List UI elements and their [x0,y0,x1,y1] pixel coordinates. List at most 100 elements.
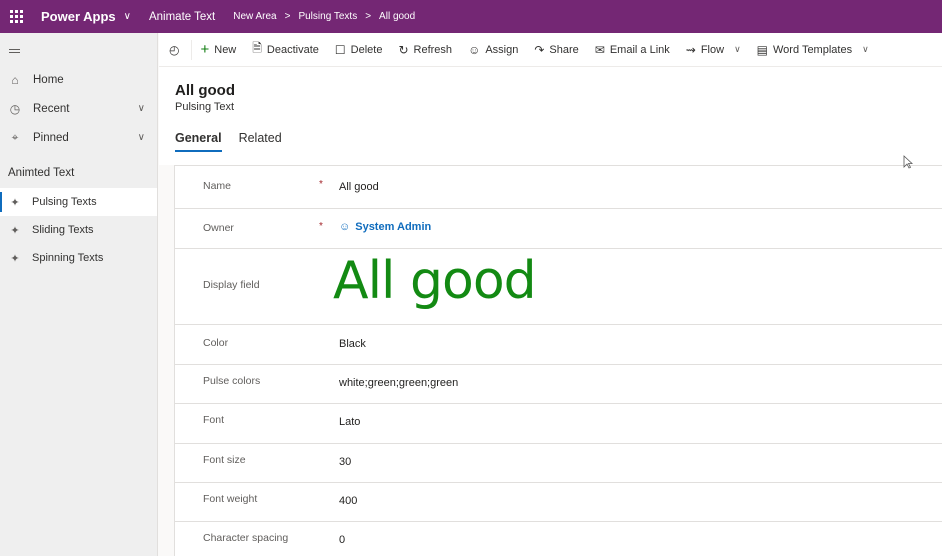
pin-icon: ⌖ [11,130,19,144]
document-icon: 🗎 [252,41,262,55]
delete-button[interactable]: ☐ Delete [327,33,391,67]
trash-icon: ☐ [334,42,346,57]
word-templates-label: Word Templates [773,43,853,56]
flow-icon: ⇝ [685,42,696,57]
pulse-colors-field[interactable]: white;green;green;green [339,377,458,389]
chevron-down-icon[interactable]: ∨ [124,11,131,22]
word-template-icon: ▤ [756,42,768,57]
chevron-right-icon: > [365,11,372,22]
email-link-label: Email a Link [609,43,670,56]
puzzle-icon: ✦ [10,252,20,265]
command-bar: ◴ + New 🗎 Deactivate ☐ Delete ↻ Refresh … [159,33,942,67]
sidebar-item-label: Pinned [33,131,69,144]
share-label: Share [549,43,579,56]
field-row-name: Name * All good [175,166,942,209]
top-bar: Power Apps ∨ Animate Text New Area > Pul… [0,0,942,33]
sidebar-item-label: Spinning Texts [32,252,104,264]
chevron-down-icon[interactable]: ∨ [734,44,741,55]
new-button[interactable]: + New [192,33,244,67]
field-label: Font size [203,454,246,466]
field-label: Font [203,414,225,426]
record-header: All good Pulsing Text General Related [159,67,942,165]
app-launcher-icon[interactable] [0,0,33,33]
share-icon: ↷ [534,42,545,57]
puzzle-icon: ✦ [10,224,20,237]
owner-value: System Admin [355,221,432,233]
sidebar-item-label: Sliding Texts [32,224,94,236]
sidebar-item-pinned[interactable]: ⌖ Pinned ∨ [0,123,157,152]
share-button[interactable]: ↷ Share [526,33,586,67]
name-field[interactable]: All good [339,181,379,193]
refresh-label: Refresh [413,43,453,56]
assign-label: Assign [485,43,519,56]
sidebar-item-label: Recent [33,102,70,115]
chevron-right-icon: > [284,11,291,22]
assign-button[interactable]: ☺ Assign [460,33,526,67]
font-field[interactable]: Lato [339,416,360,428]
tab-related[interactable]: Related [239,131,282,152]
required-marker: * [319,221,323,232]
delete-label: Delete [350,43,383,56]
person-icon: ☺ [339,221,351,233]
breadcrumb-entity[interactable]: Pulsing Texts [298,11,357,22]
tab-list: General Related [175,131,282,152]
field-row-font-size: Font size 30 [175,444,942,483]
breadcrumb-record: All good [379,11,416,22]
new-label: New [214,43,237,56]
color-field[interactable]: Black [339,338,366,350]
field-row-character-spacing: Character spacing 0 [175,522,942,556]
field-row-color: Color Black [175,325,942,365]
flow-label: Flow [700,43,725,56]
field-label: Owner [203,222,234,234]
flow-button[interactable]: ⇝ Flow ∨ [678,33,749,67]
field-label: Font weight [203,493,258,505]
deactivate-label: Deactivate [266,43,319,56]
field-label: Name [203,180,232,192]
sidebar-item-spinning-texts[interactable]: ✦ Spinning Texts [0,244,157,272]
sidebar-item-pulsing-texts[interactable]: ✦ Pulsing Texts [0,188,157,216]
required-marker: * [319,179,323,190]
sidebar-item-home[interactable]: ⌂ Home [0,65,157,94]
field-row-font: Font Lato [175,404,942,444]
sidebar-item-label: Pulsing Texts [32,196,97,208]
field-label: Display field [203,279,260,291]
sidebar-item-recent[interactable]: ◷ Recent ∨ [0,94,157,123]
field-row-font-weight: Font weight 400 [175,483,942,522]
email-link-button[interactable]: ✉ Email a Link [587,33,678,67]
app-title[interactable]: Animate Text [149,11,215,23]
field-label: Color [203,337,229,349]
field-row-display: Display field All good [175,249,942,325]
entity-name: Pulsing Text [175,101,235,113]
back-button[interactable]: ◴ [159,39,193,60]
mouse-cursor-icon [903,155,913,169]
tab-general[interactable]: General [175,131,222,152]
character-spacing-field[interactable]: 0 [339,534,345,546]
sidebar-item-label: Home [33,73,64,86]
home-icon: ⌂ [11,72,19,87]
breadcrumb: New Area > Pulsing Texts > All good [233,11,415,22]
chevron-down-icon[interactable]: ∨ [862,44,869,55]
display-field-text: All good [333,251,537,311]
chevron-down-icon[interactable]: ∨ [138,103,145,114]
email-icon: ✉ [594,42,605,57]
puzzle-icon: ✦ [10,196,20,209]
sidebar-item-sliding-texts[interactable]: ✦ Sliding Texts [0,216,157,244]
clock-icon: ◷ [9,101,21,116]
refresh-icon: ↻ [398,42,409,57]
form-section: Name * All good Owner * ☺ System Admin D… [174,165,942,556]
deactivate-button[interactable]: 🗎 Deactivate [244,33,327,67]
hamburger-menu-icon[interactable] [0,33,157,65]
refresh-button[interactable]: ↻ Refresh [390,33,460,67]
field-label: Pulse colors [203,375,261,387]
page-title: All good [175,82,235,99]
font-size-field[interactable]: 30 [339,456,351,468]
word-templates-button[interactable]: ▤ Word Templates ∨ [749,33,877,67]
owner-lookup[interactable]: ☺ System Admin [339,221,431,233]
app-name[interactable]: Power Apps [41,9,116,24]
breadcrumb-area[interactable]: New Area [233,11,276,22]
field-label: Character spacing [203,532,289,544]
chevron-down-icon[interactable]: ∨ [138,132,145,143]
font-weight-field[interactable]: 400 [339,495,357,507]
field-row-pulse-colors: Pulse colors white;green;green;green [175,365,942,404]
person-icon: ☺ [468,42,481,57]
